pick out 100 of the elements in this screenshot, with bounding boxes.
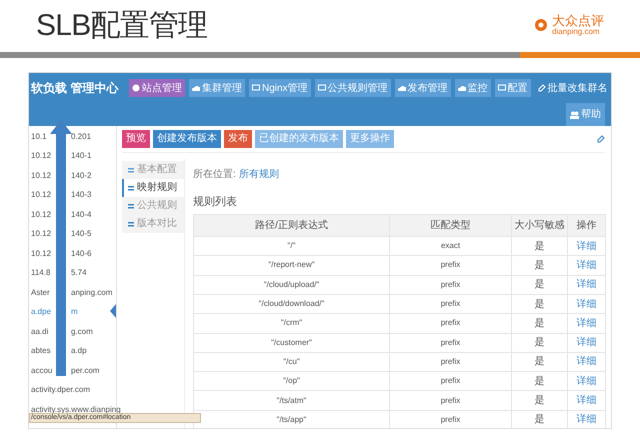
logo-icon <box>534 18 548 32</box>
sidebar-item[interactable]: 140-3 <box>71 189 92 202</box>
sidebar-item[interactable]: 10.12 <box>31 208 53 221</box>
detail-link[interactable]: 详细 <box>568 333 606 352</box>
table-cell: prefix <box>390 372 512 391</box>
nav-tab[interactable]: 批量改集群名 <box>534 79 611 97</box>
column-header: 路径/正则表达式 <box>194 214 390 237</box>
sidebar-item[interactable]: activity.dper.com <box>31 384 90 396</box>
sidebar-item[interactable]: 10.1 <box>31 130 53 143</box>
table-cell: 是 <box>512 294 568 314</box>
table-cell: 是 <box>512 390 568 410</box>
nav-tab[interactable]: 站点管理 <box>129 79 185 97</box>
side-tab[interactable]: 基本配置 <box>122 160 184 179</box>
sidebar-item[interactable]: 140-5 <box>71 228 92 240</box>
nav-tab[interactable]: 发布管理 <box>394 79 451 97</box>
detail-link[interactable]: 详细 <box>568 236 606 256</box>
sidebar-item[interactable]: a.dp <box>71 345 87 358</box>
table-cell: prefix <box>390 352 512 372</box>
sidebar-item[interactable]: per.com <box>71 364 100 377</box>
help-button[interactable]: 帮助 <box>566 103 605 126</box>
breadcrumb-label: 所在位置: <box>193 168 236 182</box>
detail-link[interactable]: 详细 <box>568 256 606 276</box>
nav-tab[interactable]: 配置 <box>494 79 531 97</box>
collapse-handle-icon <box>110 304 116 318</box>
detail-link[interactable]: 详细 <box>568 275 606 294</box>
sidebar-item[interactable]: 10.12 <box>31 228 53 240</box>
sidebar-item[interactable]: anping.com <box>71 286 112 299</box>
table-cell: 是 <box>512 256 568 276</box>
logo-url: dianping.com <box>552 28 601 36</box>
table-cell: "/" <box>194 236 390 256</box>
globe-icon <box>132 84 140 92</box>
nav-tab[interactable]: 集群管理 <box>189 79 245 97</box>
monitor-icon <box>318 84 326 92</box>
table-cell: 是 <box>512 275 568 294</box>
cloud-icon <box>458 84 466 92</box>
action-button[interactable]: 创建发布版本 <box>153 130 221 148</box>
detail-link[interactable]: 详细 <box>568 314 606 334</box>
table-cell: "/cloud/upload/" <box>194 275 390 294</box>
logo-text: 大众点评 <box>552 14 604 28</box>
cloud-icon <box>398 84 406 92</box>
monitor-icon <box>498 84 506 92</box>
detail-link[interactable]: 详细 <box>568 294 606 314</box>
column-header: 大小写敏感 <box>512 214 568 237</box>
cloud-icon <box>192 84 200 92</box>
detail-link[interactable]: 详细 <box>568 352 606 372</box>
sidebar-item[interactable]: 10.12 <box>31 170 53 182</box>
detail-link[interactable]: 详细 <box>568 372 606 391</box>
sidebar-item[interactable]: 140-1 <box>71 150 92 162</box>
table-cell: "/ts/atm" <box>194 390 390 410</box>
sidebar-item[interactable]: a.dpe <box>31 306 53 318</box>
nav-tab[interactable]: Nginx管理 <box>249 79 311 97</box>
sidebar-item[interactable]: g.com <box>71 326 93 338</box>
nav-tab[interactable]: 监控 <box>454 79 491 97</box>
sidebar-item[interactable]: 10.12 <box>31 150 53 162</box>
sidebar-item[interactable]: 10.12 <box>31 189 53 202</box>
sidebar-item[interactable]: accou <box>31 364 53 377</box>
table-cell: "/cloud/download/" <box>194 294 390 314</box>
sidebar-item[interactable]: 0.201 <box>71 130 92 143</box>
tab-icon <box>127 220 135 228</box>
sidebar-item[interactable]: 5.74 <box>71 267 87 280</box>
action-button[interactable]: 发布 <box>224 130 252 148</box>
section-title: 规则列表 <box>193 194 238 210</box>
sidebar-item[interactable]: 140-4 <box>71 208 92 221</box>
edit-icon <box>597 134 605 143</box>
side-tab[interactable]: 版本对比 <box>122 214 184 233</box>
monitor-icon <box>252 84 260 92</box>
tab-icon <box>127 184 135 192</box>
sidebar-item[interactable]: 10.12 <box>31 248 53 260</box>
action-button[interactable]: 更多操作 <box>346 130 394 148</box>
table-cell: 是 <box>512 352 568 372</box>
table-cell: prefix <box>390 314 512 334</box>
table-cell: 是 <box>512 333 568 352</box>
sidebar-item[interactable]: 140-2 <box>71 170 92 182</box>
sidebar-item[interactable]: aa.di <box>31 326 53 338</box>
table-cell: prefix <box>390 333 512 352</box>
sidebar-item[interactable]: 140-6 <box>71 248 92 260</box>
action-button[interactable]: 已创建的发布版本 <box>255 130 343 148</box>
nav-tab[interactable]: 公共规则管理 <box>314 79 391 97</box>
edit-icon <box>538 84 546 92</box>
side-tab[interactable]: 公共规则 <box>122 196 184 215</box>
table-cell: prefix <box>390 390 512 410</box>
detail-link[interactable]: 详细 <box>568 390 606 410</box>
breadcrumb-link[interactable]: 所有规则 <box>238 166 279 182</box>
table-cell: 是 <box>512 314 568 334</box>
table-cell: 是 <box>512 372 568 391</box>
table-cell: "/crm" <box>194 314 390 334</box>
table-cell: "/op" <box>194 372 390 391</box>
tab-icon <box>127 202 135 210</box>
column-header: 操作 <box>568 214 606 237</box>
table-cell: prefix <box>390 294 512 314</box>
sidebar-item[interactable]: 114.8 <box>31 267 53 280</box>
sidebar-item[interactable]: Aster <box>31 286 53 299</box>
sidebar-item[interactable]: m <box>71 306 78 318</box>
table-cell: "/cu" <box>194 352 390 372</box>
table-cell: "/report-new" <box>194 256 390 276</box>
tab-icon <box>127 166 135 174</box>
table-cell: "/customer" <box>194 333 390 352</box>
action-button[interactable]: 预览 <box>122 130 150 148</box>
sidebar-item[interactable]: abtes <box>31 345 53 358</box>
app-title: 软负载 管理中心 <box>30 80 120 97</box>
